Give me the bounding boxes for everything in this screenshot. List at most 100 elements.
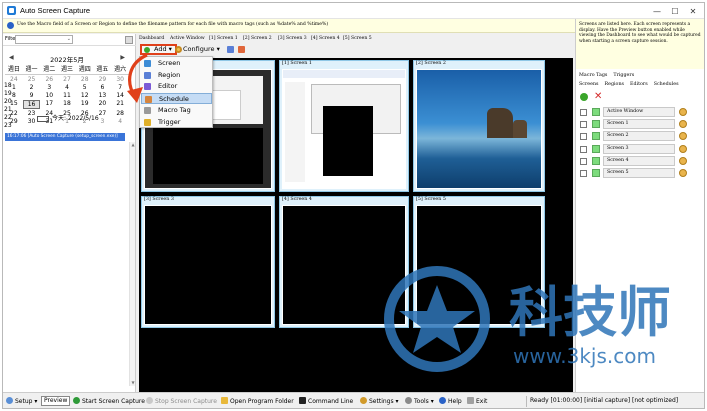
- gear-icon[interactable]: [679, 169, 687, 177]
- calendar-day[interactable]: 29: [94, 76, 112, 83]
- calendar-day[interactable]: 10: [40, 92, 58, 99]
- help-button[interactable]: Help: [439, 397, 462, 405]
- tab-item[interactable]: [1] Screen 1: [209, 36, 238, 41]
- screen-list-item[interactable]: Active Window: [578, 107, 689, 117]
- tab-item[interactable]: [3] Screen 3: [278, 36, 307, 41]
- settings-button[interactable]: Settings ▾: [360, 397, 399, 405]
- week-number: 18: [4, 82, 12, 89]
- exit-button[interactable]: Exit: [467, 397, 487, 405]
- calendar-day[interactable]: 28: [76, 76, 94, 83]
- preview-cell[interactable]: [3] Screen 3: [141, 196, 275, 328]
- today-row[interactable]: 今天: 2022/5/16: [37, 113, 99, 122]
- edit-icon[interactable]: [227, 46, 234, 53]
- calendar-day[interactable]: 5: [76, 84, 94, 91]
- left-scrollbar[interactable]: ▲ ▼: [129, 142, 135, 386]
- tab-item[interactable]: Dashboard: [139, 36, 164, 41]
- calendar-day[interactable]: 16: [22, 100, 41, 109]
- screen-name[interactable]: Screen 4: [603, 155, 675, 166]
- screen-checkbox[interactable]: [580, 109, 587, 116]
- remove-icon[interactable]: [238, 46, 245, 53]
- folder-icon: [221, 397, 228, 404]
- calendar-day[interactable]: 4: [58, 84, 76, 91]
- calendar-weekday: 週五: [93, 64, 112, 75]
- calendar-day[interactable]: 25: [23, 76, 41, 83]
- maximize-button[interactable]: ☐: [666, 3, 684, 19]
- scroll-up-icon[interactable]: ▲: [130, 142, 136, 148]
- screen-list-item[interactable]: Screen 4: [578, 155, 689, 166]
- screen-checkbox[interactable]: [580, 133, 587, 141]
- macro-tab[interactable]: Macro Tags: [579, 73, 607, 78]
- screen-color-swatch: [592, 169, 600, 177]
- gear-icon[interactable]: [679, 108, 687, 116]
- preview-cell[interactable]: [2] Screen 2: [413, 60, 545, 192]
- calendar-month-title[interactable]: 2022年5月: [50, 56, 84, 64]
- hint-bar: Use the Macro field of a Screen or Regio…: [3, 19, 575, 33]
- screen-tab[interactable]: Screens: [579, 82, 599, 87]
- start-capture-button[interactable]: Start Screen Capture: [73, 397, 145, 405]
- calendar-day[interactable]: 11: [58, 92, 76, 99]
- calendar-day[interactable]: 27: [58, 76, 76, 83]
- calendar-prev-button[interactable]: ◀: [9, 54, 14, 61]
- open-folder-button[interactable]: Open Program Folder: [221, 397, 294, 405]
- screen-checkbox[interactable]: [580, 145, 587, 153]
- gear-icon[interactable]: [679, 156, 687, 165]
- terminal-icon: [299, 397, 306, 404]
- calendar-day[interactable]: 6: [94, 84, 112, 91]
- command-line-button[interactable]: Command Line: [299, 397, 353, 405]
- configure-button[interactable]: Configure ▾: [174, 45, 222, 55]
- calendar-day[interactable]: 19: [76, 100, 94, 109]
- gear-icon[interactable]: [679, 132, 687, 141]
- week-number: 21: [4, 106, 12, 113]
- filter-combo[interactable]: ⌄: [15, 35, 73, 44]
- tools-button[interactable]: Tools ▾: [405, 397, 434, 405]
- screen-list-item[interactable]: Screen 5: [578, 168, 689, 178]
- stop-capture-button[interactable]: Stop Screen Capture: [146, 397, 217, 405]
- close-button[interactable]: ✕: [684, 3, 702, 19]
- preview-button[interactable]: Preview: [41, 396, 71, 406]
- preview-cell[interactable]: [4] Screen 4: [279, 196, 409, 328]
- help-icon: [439, 397, 446, 404]
- calendar-day[interactable]: 3: [40, 84, 58, 91]
- calendar-day[interactable]: 20: [94, 100, 112, 109]
- screen-list-item[interactable]: Screen 2: [578, 131, 689, 142]
- capture-session-entry[interactable]: 16:17:06 [Auto Screen Capture (setup_scr…: [5, 133, 125, 141]
- tab-item[interactable]: [2] Screen 2: [243, 36, 272, 41]
- screen-name[interactable]: Screen 5: [603, 168, 675, 178]
- minimize-button[interactable]: —: [648, 3, 666, 19]
- gear-icon[interactable]: [679, 120, 687, 129]
- screen-name[interactable]: Screen 2: [603, 131, 675, 142]
- screen-checkbox[interactable]: [580, 170, 587, 177]
- add-menu-item[interactable]: Trigger: [141, 117, 212, 128]
- clear-filter-icon[interactable]: [125, 36, 133, 44]
- tab-item[interactable]: [4] Screen 4: [311, 36, 340, 41]
- preview-cell[interactable]: [5] Screen 5: [413, 196, 545, 328]
- screen-tab[interactable]: Schedules: [654, 82, 679, 87]
- screen-name[interactable]: Screen 1: [603, 119, 675, 130]
- add-screen-icon[interactable]: [580, 93, 588, 101]
- calendar-day[interactable]: 17: [40, 100, 58, 109]
- scroll-down-icon[interactable]: ▼: [130, 380, 136, 386]
- screen-tab[interactable]: Editors: [630, 82, 648, 87]
- screen-list-item[interactable]: Screen 1: [578, 119, 689, 130]
- gear-icon[interactable]: [679, 144, 687, 153]
- calendar-day[interactable]: 26: [40, 76, 58, 83]
- calendar-day[interactable]: 4: [111, 118, 129, 125]
- preview-cell[interactable]: [1] Screen 1: [279, 60, 409, 192]
- screen-name[interactable]: Screen 3: [603, 143, 675, 154]
- calendar-day[interactable]: 13: [94, 92, 112, 99]
- calendar-day[interactable]: 2: [23, 84, 41, 91]
- calendar-day[interactable]: 12: [76, 92, 94, 99]
- setup-button[interactable]: Setup ▾: [6, 397, 37, 405]
- calendar-day[interactable]: 9: [23, 92, 41, 99]
- tab-item[interactable]: [5] Screen 5: [343, 36, 372, 41]
- screen-tab[interactable]: Regions: [605, 82, 625, 87]
- screen-name[interactable]: Active Window: [603, 107, 675, 117]
- tab-item[interactable]: Active Window: [170, 36, 205, 41]
- calendar-day[interactable]: 18: [58, 100, 76, 109]
- calendar-day[interactable]: 28: [111, 110, 129, 117]
- remove-screen-icon[interactable]: ✕: [594, 91, 602, 102]
- screen-list-item[interactable]: Screen 3: [578, 143, 689, 154]
- screen-checkbox[interactable]: [580, 121, 587, 129]
- screen-checkbox[interactable]: [580, 157, 587, 165]
- macro-tab[interactable]: Triggers: [613, 73, 634, 78]
